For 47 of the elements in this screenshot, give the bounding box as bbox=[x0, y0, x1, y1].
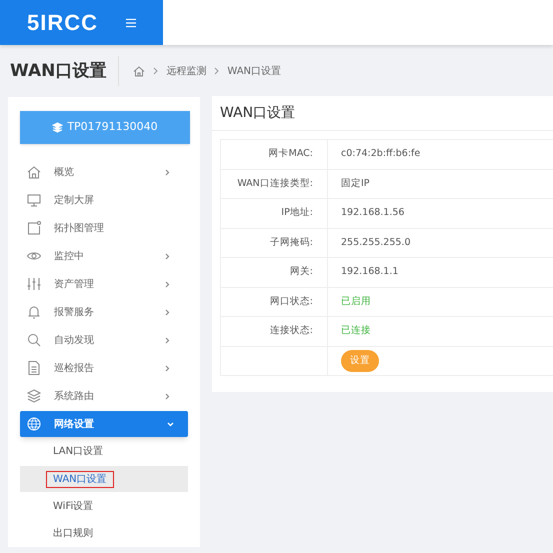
field-label: 子网掩码: bbox=[221, 228, 328, 257]
field-label: IP地址: bbox=[221, 199, 328, 228]
home-icon bbox=[26, 164, 42, 180]
breadcrumb-current: WAN口设置 bbox=[227, 64, 282, 78]
field-value: 192.168.1.56 bbox=[341, 206, 404, 220]
field-value: 255.255.255.0 bbox=[341, 236, 411, 250]
frame-icon bbox=[26, 220, 42, 236]
globe-icon bbox=[26, 416, 42, 432]
sliders-icon bbox=[26, 276, 42, 292]
chevron-right-icon bbox=[153, 67, 158, 75]
field-label: 网口状态: bbox=[221, 288, 328, 316]
sidebar-item[interactable]: 定制大屏 bbox=[20, 186, 188, 214]
field-value: c0:74:2b:ff:b6:fe bbox=[341, 147, 420, 162]
status-value: 已连接 bbox=[341, 324, 371, 338]
sidebar-item[interactable]: 报警服务 bbox=[20, 298, 188, 326]
sidebar-item[interactable]: 资产管理 bbox=[20, 270, 188, 298]
sidebar-item[interactable]: 拓扑图管理 bbox=[20, 214, 188, 242]
field-label: WAN口连接类型: bbox=[221, 170, 328, 198]
sidebar-item[interactable]: 自动发现 bbox=[20, 326, 188, 354]
submenu-item[interactable]: WiFi设置 bbox=[53, 499, 94, 514]
document-icon bbox=[26, 360, 42, 376]
layers-icon bbox=[26, 388, 42, 404]
layers-icon bbox=[52, 122, 64, 133]
sidebar-item-active[interactable]: 网络设置 bbox=[20, 411, 188, 437]
search-icon bbox=[26, 332, 42, 348]
menu-icon[interactable] bbox=[126, 16, 136, 28]
submenu-item[interactable]: 出口规则 bbox=[53, 526, 93, 541]
monitor-icon bbox=[26, 192, 42, 208]
status-value: 已启用 bbox=[341, 294, 371, 309]
bell-icon bbox=[26, 304, 42, 320]
sidebar-item[interactable]: 巡检报告 bbox=[20, 354, 188, 382]
sidebar-item[interactable]: 监控中 bbox=[20, 242, 188, 270]
field-label: 连接状态: bbox=[221, 317, 328, 346]
sidebar-item[interactable]: 系统路由 bbox=[20, 382, 188, 410]
field-label: 网卡MAC: bbox=[221, 140, 328, 168]
submenu-item[interactable]: LAN口设置 bbox=[53, 444, 104, 459]
chevron-right-icon bbox=[214, 67, 220, 75]
sidebar-item[interactable]: 概览 bbox=[20, 158, 188, 186]
field-value: 192.168.1.1 bbox=[341, 265, 398, 280]
field-value: 固定IP bbox=[341, 176, 370, 191]
home-icon[interactable] bbox=[133, 66, 146, 76]
card-title: WAN口设置 bbox=[212, 96, 553, 131]
field-label: 网关: bbox=[221, 258, 328, 286]
page-title: WAN口设置 bbox=[10, 56, 120, 86]
breadcrumb-link[interactable]: 远程监测 bbox=[166, 64, 206, 78]
logo: 5IRCC bbox=[27, 9, 98, 37]
submenu-item[interactable]: WAN口设置 bbox=[46, 470, 114, 488]
